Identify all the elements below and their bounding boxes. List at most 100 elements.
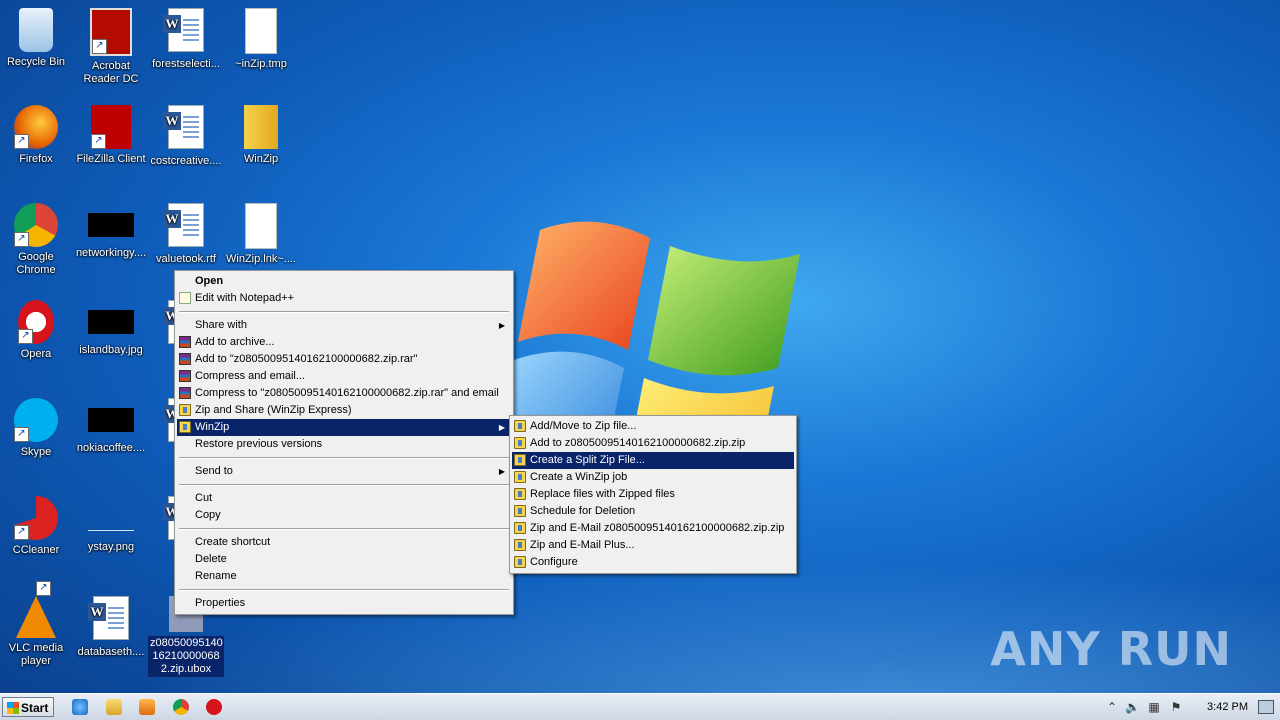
desktop-icon-label: WinZip <box>243 153 279 165</box>
menu-item-label: Zip and E-Mail Plus... <box>530 539 635 551</box>
desktop-icon[interactable]: ↗ Firefox <box>0 105 74 166</box>
menu-item-compress-to-z08050095140162100000682-zip[interactable]: Compress to "z08050095140162100000682.zi… <box>177 385 511 402</box>
menu-separator <box>179 457 509 459</box>
desktop-icon-label: z08050095140 16210000068 2.zip.ubox <box>148 636 224 677</box>
show-desktop-button[interactable] <box>1258 700 1274 714</box>
menu-item-label: Zip and Share (WinZip Express) <box>195 404 352 416</box>
firefox-icon: ↗ <box>14 105 58 149</box>
menu-item-add-to-archive[interactable]: Add to archive... <box>177 334 511 351</box>
menu-item-label: Properties <box>195 597 246 609</box>
desktop-icon[interactable]: WinZip.lnk~.... <box>223 203 299 266</box>
menu-item-add-to-z08050095140162100000682-zip-rar[interactable]: Add to "z08050095140162100000682.zip.rar… <box>177 351 511 368</box>
desktop-icon[interactable]: ↗ Skype <box>0 398 74 459</box>
menu-item-rename[interactable]: Rename <box>177 568 511 585</box>
menu-item-label: Add to "z08050095140162100000682.zip.rar… <box>195 353 418 365</box>
winzip-item-replace-files-with-zipped-files[interactable]: Replace files with Zipped files <box>512 486 794 503</box>
desktop-icon[interactable]: ↗ Acrobat Reader DC <box>73 8 149 86</box>
start-button[interactable]: Start <box>2 697 54 717</box>
winzip-icon <box>179 421 191 433</box>
desktop-icon-label: databaseth.... <box>77 646 145 658</box>
volume-icon[interactable]: 🔈 <box>1125 700 1140 714</box>
menu-item-cut[interactable]: Cut <box>177 490 511 507</box>
desktop-icon-label: ~inZip.tmp <box>235 58 287 70</box>
menu-item-label: Configure <box>530 556 578 568</box>
action-center-flag-icon[interactable]: ⚑ <box>1169 700 1183 714</box>
menu-item-label: Create a WinZip job <box>530 471 628 483</box>
winrar-icon <box>179 353 191 365</box>
winzip-icon <box>514 505 526 517</box>
menu-item-create-shortcut[interactable]: Create shortcut <box>177 534 511 551</box>
desktop-icon[interactable]: ↗ Opera <box>0 300 74 361</box>
winzip-item-add-to-z08050095140162100000682-zip-zip[interactable]: Add to z08050095140162100000682.zip.zip <box>512 435 794 452</box>
desktop-icon[interactable]: databaseth.... <box>73 596 149 659</box>
menu-item-restore-previous-versions[interactable]: Restore previous versions <box>177 436 511 453</box>
winzip-item-add-move-to-zip-file[interactable]: Add/Move to Zip file... <box>512 418 794 435</box>
menu-item-winzip[interactable]: WinZip ▶ <box>177 419 511 436</box>
submenu-arrow-icon: ▶ <box>498 423 505 432</box>
blank-file-icon <box>245 8 277 54</box>
menu-item-zip-and-share-winzip-express[interactable]: Zip and Share (WinZip Express) <box>177 402 511 419</box>
internet-explorer-icon[interactable] <box>72 699 88 715</box>
shortcut-arrow-icon: ↗ <box>14 525 29 540</box>
desktop-icon[interactable]: ~inZip.tmp <box>223 8 299 71</box>
desktop-icon[interactable]: networkingy.... <box>73 203 149 260</box>
menu-item-send-to[interactable]: Send to ▶ <box>177 463 511 480</box>
menu-item-open[interactable]: Open <box>177 273 511 290</box>
word-doc-icon <box>163 8 204 52</box>
desktop-icon[interactable]: ↗ VLC media player <box>0 581 74 668</box>
desktop-icon[interactable]: WinZip <box>223 105 299 166</box>
winzip-item-zip-and-e-mail-plus[interactable]: Zip and E-Mail Plus... <box>512 537 794 554</box>
desktop-icon[interactable]: Recycle Bin <box>0 8 74 69</box>
menu-item-compress-and-email[interactable]: Compress and email... <box>177 368 511 385</box>
word-doc-icon <box>163 105 204 149</box>
menu-item-label: Create shortcut <box>195 536 271 548</box>
winrar-icon <box>179 387 191 399</box>
winzip-icon <box>514 556 526 568</box>
desktop-icon[interactable]: nokiacoffee.... <box>73 398 149 455</box>
file-explorer-icon[interactable] <box>106 699 122 715</box>
desktop-icon[interactable]: ↗ FileZilla Client <box>73 105 149 166</box>
desktop-icon[interactable]: ↗ Google Chrome <box>0 203 74 277</box>
winzip-item-create-a-winzip-job[interactable]: Create a WinZip job <box>512 469 794 486</box>
anyrun-watermark: ANY RUN <box>990 622 1232 676</box>
media-player-icon[interactable] <box>139 699 155 715</box>
desktop-icon[interactable]: islandbay.jpg <box>73 300 149 357</box>
desktop-icon[interactable]: ↗ CCleaner <box>0 496 74 557</box>
chrome-icon: ↗ <box>14 203 58 247</box>
desktop-icon[interactable]: costcreative.... <box>148 105 224 168</box>
chrome-taskbar-icon[interactable] <box>173 699 189 715</box>
menu-item-share-with[interactable]: Share with ▶ <box>177 317 511 334</box>
blank-file-icon <box>245 203 277 249</box>
winrar-icon <box>179 336 191 348</box>
desktop-icon-label: Firefox <box>19 153 53 165</box>
winzip-icon <box>514 471 526 483</box>
winzip-icon <box>179 404 191 416</box>
desktop-icon[interactable]: ystay.png <box>73 496 149 554</box>
opera-taskbar-icon[interactable] <box>206 699 222 715</box>
menu-item-label: Zip and E-Mail z08050095140162100000682.… <box>530 522 785 534</box>
selected-file-label-line: 16210000068 <box>152 650 220 662</box>
winzip-item-configure[interactable]: Configure <box>512 554 794 571</box>
word-doc-icon <box>88 596 129 640</box>
shortcut-arrow-icon: ↗ <box>14 134 29 149</box>
clock[interactable]: 3:42 PM <box>1207 694 1248 720</box>
menu-item-properties[interactable]: Properties <box>177 595 511 612</box>
menu-item-label: Share with <box>195 319 247 331</box>
menu-item-delete[interactable]: Delete <box>177 551 511 568</box>
tray-expand-icon[interactable]: ⌃ <box>1105 700 1119 714</box>
menu-item-label: Send to <box>195 465 233 477</box>
winzip-item-schedule-for-deletion[interactable]: Schedule for Deletion <box>512 503 794 520</box>
desktop-icon[interactable]: valuetook.rtf <box>148 203 224 266</box>
winzip-item-create-a-split-zip-file[interactable]: Create a Split Zip File... <box>512 452 794 469</box>
desktop-icon-label: networkingy.... <box>75 247 147 259</box>
menu-item-edit-with-notepad[interactable]: Edit with Notepad++ <box>177 290 511 307</box>
network-icon[interactable]: ▦ <box>1147 700 1161 714</box>
system-tray: ⌃ 🔈 ▦ ⚑ 3:42 PM <box>1105 694 1280 720</box>
desktop-icon-label: FileZilla Client <box>76 153 146 165</box>
menu-item-copy[interactable]: Copy <box>177 507 511 524</box>
desktop-icon[interactable]: forestselecti... <box>148 8 224 71</box>
menu-item-label: Compress to "z08050095140162100000682.zi… <box>195 387 499 399</box>
menu-item-label: Add to archive... <box>195 336 275 348</box>
word-doc-icon <box>163 203 204 247</box>
winzip-item-zip-and-e-mail-z08050095140162100000682-[interactable]: Zip and E-Mail z08050095140162100000682.… <box>512 520 794 537</box>
